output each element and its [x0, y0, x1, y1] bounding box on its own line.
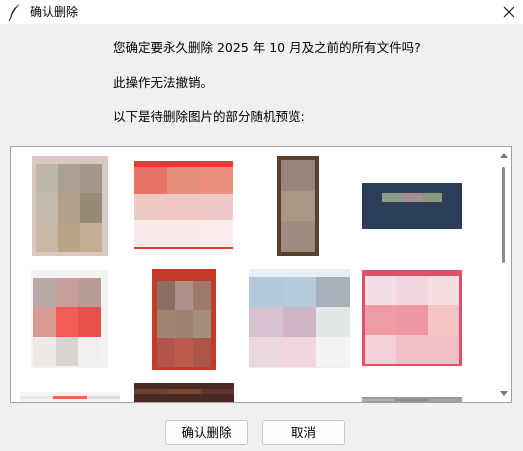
preview-image-5: [31, 270, 108, 368]
pixelated-block: [249, 307, 283, 337]
pixelated-block: [365, 276, 397, 306]
pixelated-block: [78, 336, 101, 366]
pixelated-block: [282, 277, 317, 307]
pixelated-block: [362, 399, 396, 402]
pixelated-block: [193, 338, 211, 367]
scroll-down-arrow-icon[interactable]: [500, 391, 508, 396]
pixelated-block: [20, 396, 54, 400]
pixelated-block: [80, 193, 102, 223]
pixelated-block: [36, 193, 58, 223]
preview-image-7: [249, 269, 350, 368]
title-bar: 确认删除: [0, 0, 523, 24]
pixelated-block: [193, 281, 211, 310]
pixelated-block: [422, 193, 442, 202]
pixelated-block: [58, 222, 80, 252]
pixelated-block: [134, 193, 167, 221]
close-button[interactable]: [495, 0, 523, 24]
vertical-scrollbar[interactable]: [497, 147, 511, 402]
preview-intro-text: 以下是待删除图片的部分随机预览:: [113, 109, 305, 124]
pixelated-block: [58, 164, 80, 194]
pixelated-block: [33, 278, 56, 308]
pixelated-block: [175, 281, 193, 310]
pixelated-block: [316, 277, 350, 307]
pixelated-block: [78, 307, 101, 337]
pixelated-block: [134, 220, 167, 247]
pixelated-block: [396, 334, 428, 364]
pixelated-block: [193, 309, 211, 339]
pixelated-block: [249, 337, 283, 367]
preview-image-4: [362, 183, 462, 229]
pixelated-block: [175, 338, 193, 367]
pixelated-block: [200, 167, 233, 194]
pixelated-block: [427, 334, 459, 364]
pixelated-block: [53, 396, 87, 400]
pixelated-block: [134, 167, 167, 194]
pixelated-block: [402, 193, 422, 202]
preview-image-3: [277, 156, 319, 256]
pixelated-block: [282, 337, 317, 367]
pixelated-block: [55, 278, 79, 308]
preview-image-6: [152, 269, 216, 370]
pixelated-block: [200, 220, 233, 247]
pixelated-block: [316, 307, 350, 337]
pixelated-block: [395, 399, 429, 402]
confirm-delete-button[interactable]: 确认删除: [165, 420, 248, 445]
pixelated-block: [365, 305, 397, 335]
window-title: 确认删除: [30, 5, 79, 19]
pixelated-block: [157, 338, 175, 367]
pixelated-block: [167, 220, 200, 247]
pixelated-block: [365, 334, 397, 364]
pixelated-block: [428, 399, 462, 402]
pixelated-block: [55, 307, 79, 337]
pixelated-block: [396, 305, 428, 335]
preview-panel[interactable]: [10, 146, 512, 403]
pixelated-block: [58, 193, 80, 223]
pixelated-block: [427, 276, 459, 306]
pixelated-block: [78, 278, 101, 308]
close-icon: [503, 6, 515, 18]
pixelated-block: [55, 336, 79, 366]
pixelated-block: [316, 337, 350, 367]
pixelated-block: [157, 281, 175, 310]
pixelated-block: [167, 193, 200, 221]
feather-icon: [8, 4, 20, 21]
preview-image-2: [134, 161, 233, 249]
pixelated-block: [427, 305, 459, 335]
pixelated-block: [249, 277, 283, 307]
warning-text: 此操作无法撤销。: [113, 75, 214, 90]
pixelated-block: [282, 307, 317, 337]
pixelated-block: [80, 222, 102, 252]
preview-image-9: [20, 392, 120, 402]
preview-image-11: [362, 397, 462, 402]
pixelated-block: [33, 336, 56, 366]
pixelated-block: [157, 309, 175, 339]
pixelated-block: [167, 167, 200, 194]
pixelated-block: [200, 389, 234, 394]
pixelated-block: [167, 389, 201, 394]
pixelated-block: [281, 190, 315, 222]
preview-image-8: [362, 270, 462, 366]
preview-image-1: [32, 156, 108, 256]
cancel-button[interactable]: 取消: [262, 420, 345, 445]
pixelated-block: [396, 276, 428, 306]
pixelated-block: [200, 193, 233, 221]
pixelated-block: [80, 164, 102, 194]
pixelated-block: [86, 396, 120, 400]
pixelated-block: [175, 309, 193, 339]
pixelated-block: [36, 164, 58, 194]
scroll-up-arrow-icon[interactable]: [500, 153, 508, 158]
pixelated-block: [36, 222, 58, 252]
pixelated-block: [281, 160, 315, 191]
scroll-thumb[interactable]: [502, 167, 505, 263]
pixelated-block: [134, 389, 168, 394]
pixelated-block: [33, 307, 56, 337]
pixelated-block: [382, 193, 402, 202]
preview-image-10: [134, 383, 234, 402]
confirmation-question: 您确定要永久删除 2025 年 10 月及之前的所有文件吗?: [113, 40, 421, 55]
pixelated-block: [281, 221, 315, 252]
